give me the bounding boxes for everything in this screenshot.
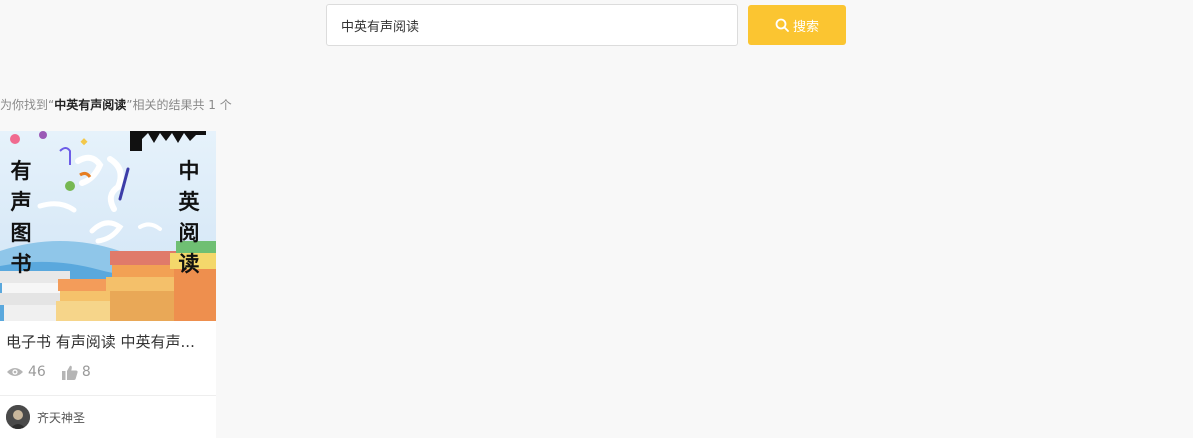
- search-input-value: 中英有声阅读: [341, 19, 420, 35]
- result-card[interactable]: 有 声 图 书 中 英 阅 读 电子书 有声阅读 中英有声... 46 8 齐天…: [0, 131, 216, 438]
- avatar-image: [6, 405, 30, 429]
- thumbs-up-icon: [61, 365, 78, 380]
- result-keyword: 中英有声阅读: [54, 98, 127, 112]
- result-summary: 为你找到“中英有声阅读”相关的结果共 1 个: [0, 96, 232, 113]
- cover-char: 英: [178, 189, 200, 214]
- cover-char: 声: [10, 189, 32, 214]
- eye-icon: [7, 368, 23, 376]
- cover-char: 书: [10, 251, 32, 276]
- views-stat: 46: [6, 364, 46, 380]
- search-button-label: 搜索: [792, 19, 819, 35]
- cover-char: 阅: [178, 220, 200, 245]
- cover-char: 有: [10, 158, 32, 183]
- book-cover-image[interactable]: 有 声 图 书 中 英 阅 读: [0, 131, 216, 321]
- card-divider: [0, 395, 216, 396]
- cover-char: 中: [178, 158, 200, 183]
- cover-text-left: 有 声 图 书: [9, 155, 33, 279]
- author-name: 齐天神圣: [37, 410, 86, 425]
- search-icon: [775, 18, 789, 32]
- cover-text-right: 中 英 阅 读: [177, 155, 201, 279]
- card-title[interactable]: 电子书 有声阅读 中英有声...: [6, 331, 212, 352]
- result-count: 1: [208, 98, 216, 112]
- author-info[interactable]: 齐天神圣: [6, 405, 85, 429]
- card-stats: 46 8: [6, 364, 107, 380]
- views-count: 46: [28, 364, 46, 380]
- cover-char: 读: [178, 251, 200, 276]
- likes-count: 8: [81, 364, 91, 380]
- avatar[interactable]: [6, 405, 30, 429]
- search-input[interactable]: 中英有声阅读: [326, 4, 738, 46]
- result-unit: 个: [219, 98, 232, 112]
- likes-stat[interactable]: 8: [61, 364, 91, 380]
- search-button[interactable]: 搜索: [748, 5, 846, 45]
- result-prefix: 为你找到“: [0, 98, 55, 112]
- result-suffix: ”相关的结果共: [126, 98, 205, 112]
- cover-char: 图: [10, 220, 32, 245]
